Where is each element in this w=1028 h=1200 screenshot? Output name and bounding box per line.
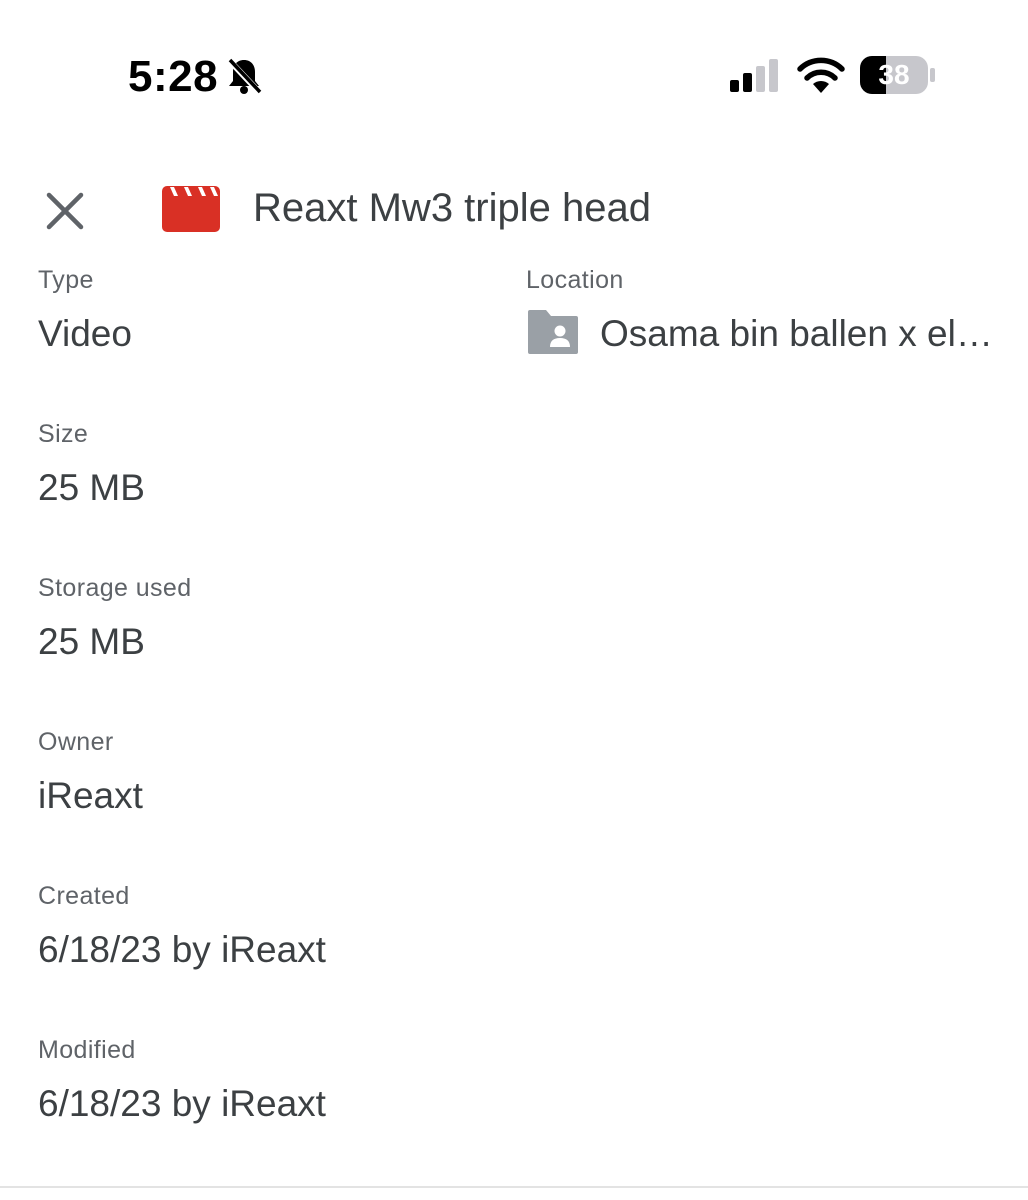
battery-percentage: 38: [878, 59, 910, 90]
created-value: 6/18/23 by iReaxt: [38, 929, 326, 970]
owner-value: iReaxt: [38, 775, 143, 816]
type-label: Type: [38, 266, 94, 294]
modified-label: Modified: [38, 1036, 136, 1064]
bottom-divider: [0, 1186, 1028, 1188]
cellular-signal-icon: [730, 59, 778, 92]
status-time: 5:28: [128, 52, 219, 101]
video-clapperboard-icon: [162, 186, 220, 232]
file-details-screen: 5:28 38 Reaxt Mw3 triple head Type Video…: [0, 0, 1028, 1200]
shared-folder-icon[interactable]: [526, 306, 580, 356]
bell-slash-icon: [226, 57, 262, 95]
location-value[interactable]: Osama bin ballen x elephant: [600, 313, 994, 355]
wifi-icon: [797, 57, 845, 93]
size-label: Size: [38, 420, 89, 448]
battery-indicator: 38: [860, 56, 936, 94]
storage-used-value: 25 MB: [38, 621, 145, 662]
file-title: Reaxt Mw3 triple head: [253, 186, 651, 230]
size-value: 25 MB: [38, 467, 145, 508]
modified-value: 6/18/23 by iReaxt: [38, 1083, 326, 1124]
type-value: Video: [38, 313, 132, 354]
owner-label: Owner: [38, 728, 114, 756]
location-label: Location: [526, 266, 624, 294]
close-icon[interactable]: [44, 190, 86, 232]
created-label: Created: [38, 882, 130, 910]
storage-used-label: Storage used: [38, 574, 192, 602]
